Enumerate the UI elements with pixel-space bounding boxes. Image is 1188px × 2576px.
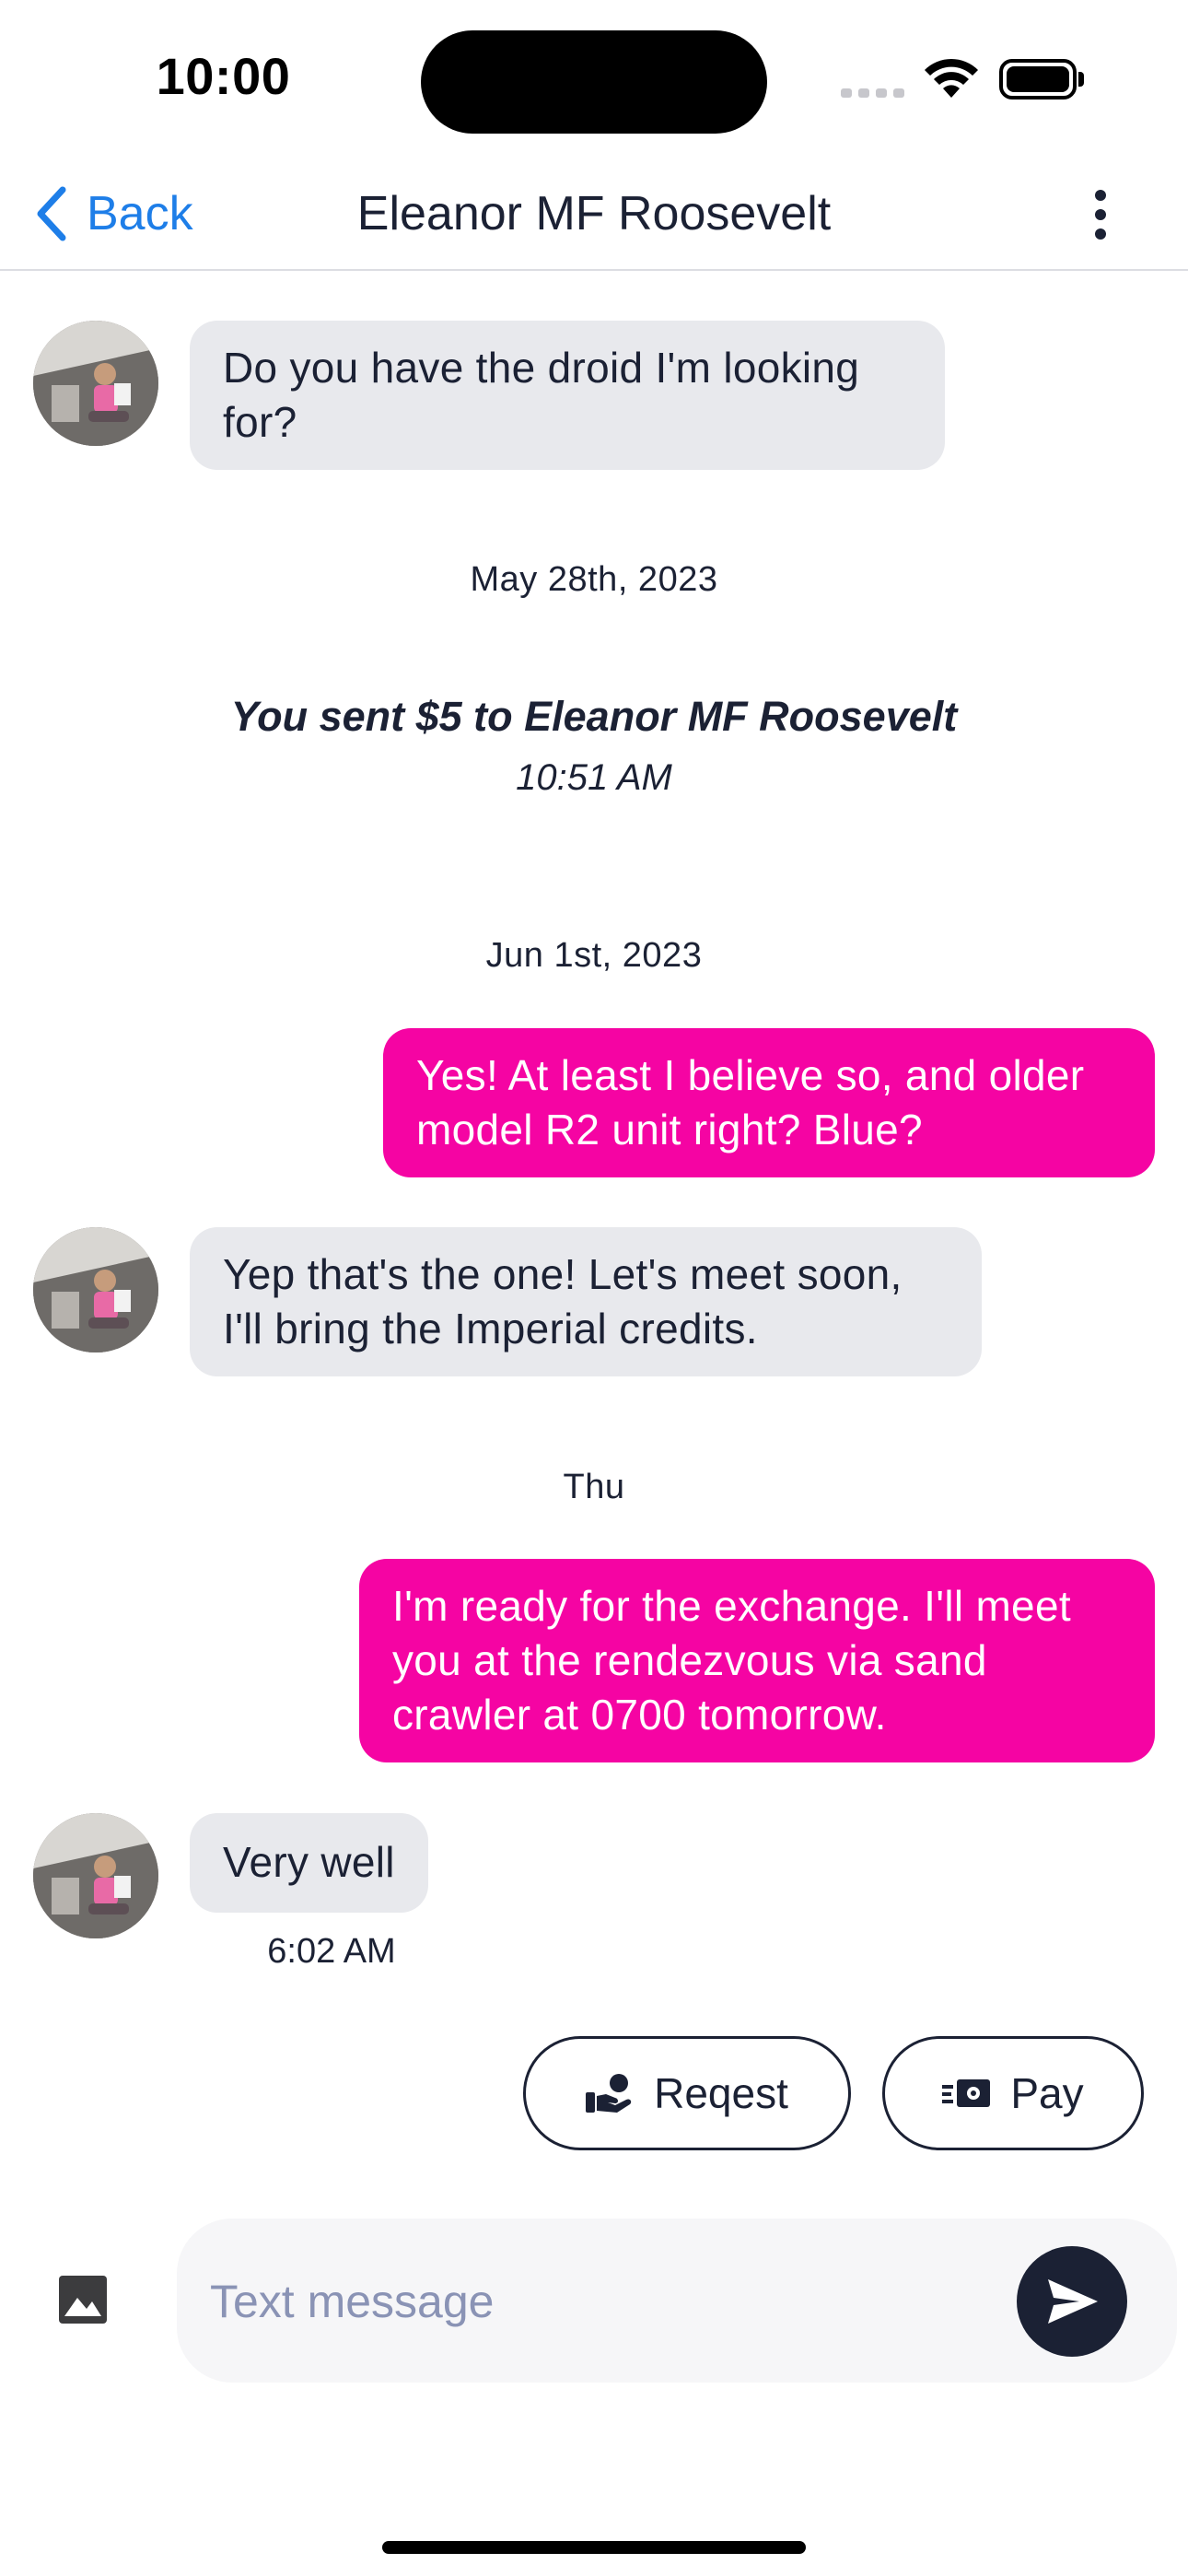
date-separator: Jun 1st, 2023 [485,936,703,975]
home-indicator [382,2541,806,2554]
dynamic-island [421,30,767,134]
message-bubble-incoming[interactable]: Very well [190,1813,428,1913]
pay-button-label: Pay [1010,2069,1084,2117]
hand-receive-money-icon [586,2074,632,2113]
status-time: 10:00 [156,47,291,105]
more-vertical-icon [1095,190,1106,201]
send-icon [1048,2279,1098,2324]
message-composer [177,2219,1177,2383]
message-bubble-incoming[interactable]: Yep that's the one! Let's meet soon, I'l… [190,1227,982,1376]
chevron-left-icon [37,186,66,241]
wifi-icon [925,58,978,98]
more-options-button[interactable] [1077,182,1124,247]
back-label: Back [87,187,193,240]
message-timestamp: 6:02 AM [267,1932,396,1971]
request-money-button[interactable]: Reqest [523,2036,851,2150]
pay-button[interactable]: Pay [882,2036,1144,2150]
contact-avatar[interactable] [33,1813,158,1938]
battery-icon [999,59,1084,100]
message-bubble-outgoing[interactable]: I'm ready for the exchange. I'll meet yo… [359,1559,1155,1762]
contact-name-title: Eleanor MF Roosevelt [356,187,832,240]
conversation-header: Back Eleanor MF Roosevelt [0,157,1188,271]
send-button[interactable] [1017,2246,1127,2357]
cash-send-icon [942,2079,991,2107]
message-bubble-outgoing[interactable]: Yes! At least I believe so, and older mo… [383,1028,1155,1177]
contact-avatar[interactable] [33,321,158,446]
request-button-label: Reqest [654,2069,788,2117]
date-separator: May 28th, 2023 [470,560,718,599]
payment-event-text: You sent $5 to Eleanor MF Roosevelt [230,693,958,740]
image-icon[interactable] [57,2274,109,2325]
contact-avatar[interactable] [33,1227,158,1352]
payment-event-time: 10:51 AM [516,757,672,798]
date-separator: Thu [563,1468,625,1506]
status-bar: 10:00 [0,0,1188,157]
message-input[interactable] [210,2255,965,2348]
message-bubble-incoming[interactable]: Do you have the droid I'm looking for? [190,321,945,470]
cellular-signal-icon [841,85,905,100]
back-button[interactable]: Back [33,177,193,251]
